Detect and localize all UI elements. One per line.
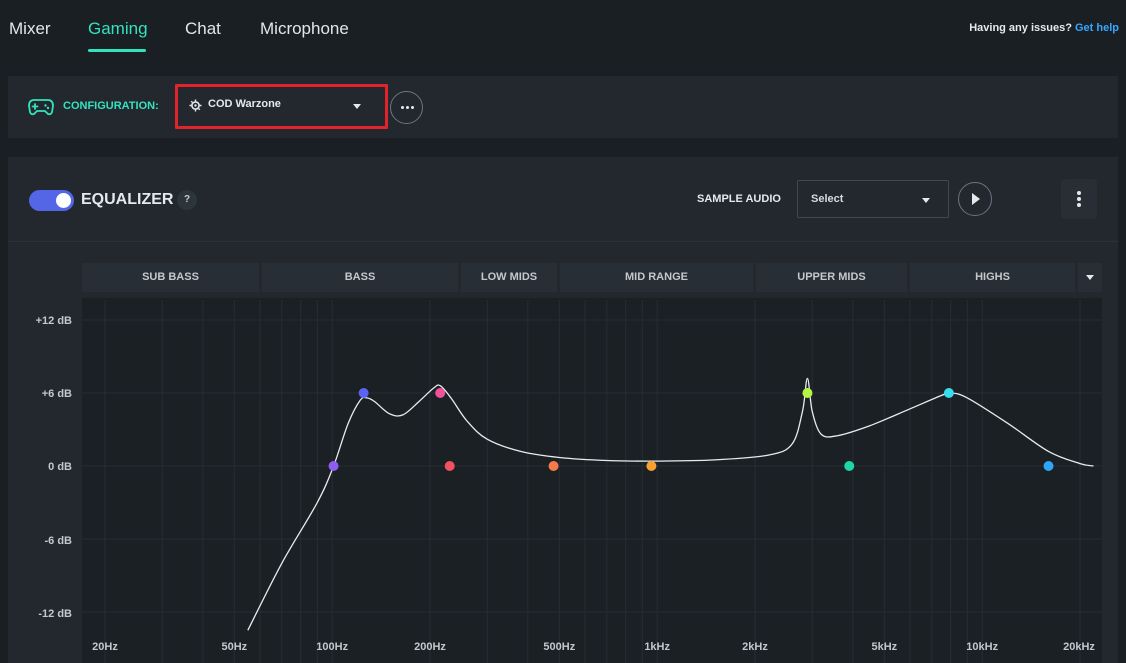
- eq-point-handle[interactable]: [435, 388, 446, 398]
- graph-y-axis: +12 dB +6 dB 0 dB -6 dB -12 dB: [36, 315, 72, 620]
- y-label-plus6: +6 dB: [42, 388, 72, 400]
- x-label: 1kHz: [644, 641, 670, 653]
- x-label: 20Hz: [92, 641, 118, 653]
- x-label: 500Hz: [543, 641, 575, 653]
- x-label: 10kHz: [966, 641, 998, 653]
- x-label: 100Hz: [316, 641, 348, 653]
- eq-point-handle[interactable]: [646, 461, 657, 471]
- eq-point-handle[interactable]: [444, 461, 455, 471]
- equalizer-graph[interactable]: +12 dB +6 dB 0 dB -6 dB -12 dB 20Hz 50Hz 1…: [0, 0, 1126, 663]
- y-label-0: 0 dB: [48, 461, 72, 473]
- eq-point-handle[interactable]: [844, 461, 855, 471]
- y-label-plus12: +12 dB: [36, 315, 72, 327]
- eq-point-handle[interactable]: [358, 388, 369, 398]
- x-label: 200Hz: [414, 641, 446, 653]
- y-label-minus12: -12 dB: [38, 608, 72, 620]
- eq-point-handle[interactable]: [548, 461, 559, 471]
- eq-point-handle[interactable]: [802, 388, 813, 398]
- x-label: 5kHz: [871, 641, 897, 653]
- y-label-minus6: -6 dB: [45, 535, 73, 547]
- eq-point-handle[interactable]: [328, 461, 339, 471]
- eq-point-handle[interactable]: [943, 388, 954, 398]
- graph-plot-area: [82, 298, 1102, 663]
- x-label: 2kHz: [742, 641, 768, 653]
- eq-point-handle[interactable]: [1043, 461, 1054, 471]
- x-label: 20kHz: [1063, 641, 1095, 653]
- x-label: 50Hz: [221, 641, 247, 653]
